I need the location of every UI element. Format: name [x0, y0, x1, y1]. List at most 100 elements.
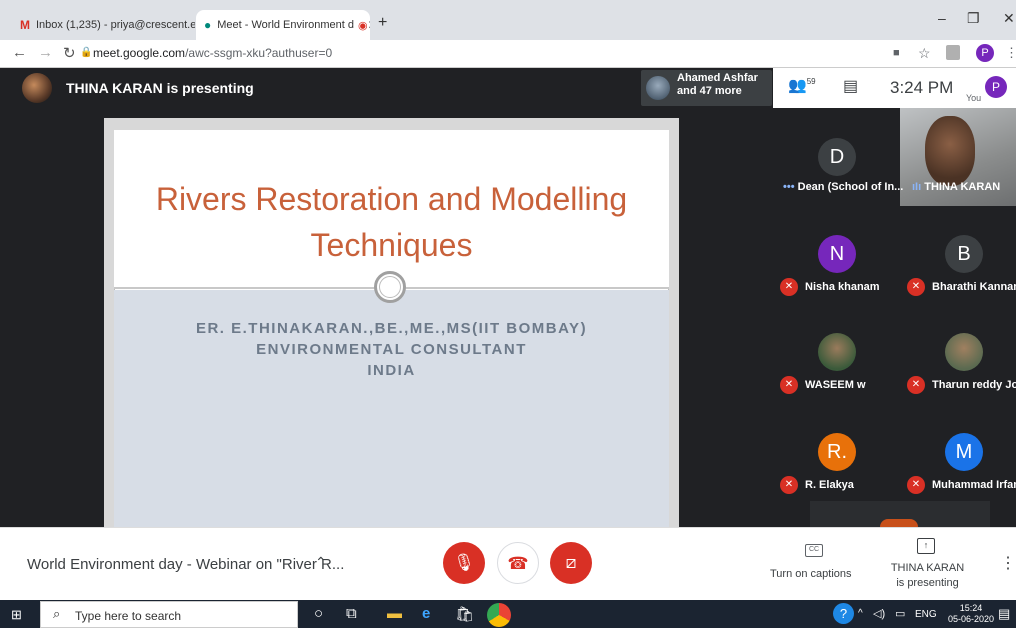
pdf-extension-icon[interactable]	[946, 45, 960, 60]
close-window-button[interactable]: ✕	[1003, 10, 1015, 27]
muted-mic-icon: ✕	[907, 278, 925, 296]
chip-avatar	[646, 76, 670, 100]
participant-photo	[818, 333, 856, 371]
muted-mic-icon: ✕	[907, 476, 925, 494]
search-icon: ⌕	[53, 606, 61, 621]
participant-count: 59	[806, 77, 816, 86]
participant-name-text: Dean (School of In...	[797, 181, 904, 193]
network-icon[interactable]: ▭	[895, 607, 905, 620]
url-field[interactable]: meet.google.com/awc-ssgm-xku?authuser=0	[93, 46, 332, 60]
taskbar-time: 15:24	[959, 603, 983, 613]
captions-button[interactable]: Turn on captions	[770, 568, 852, 580]
new-tab-button[interactable]: +	[378, 14, 387, 32]
present-status-line1: THINA KARAN	[890, 562, 965, 574]
slide-title-line2: Techniques	[310, 227, 473, 263]
taskbar-clock[interactable]: 15:24 05-06-2020	[948, 603, 994, 625]
browser-menu-icon[interactable]: ⋮	[1005, 45, 1016, 61]
language-indicator[interactable]: ENG	[915, 609, 937, 620]
slide-title-line1: Rivers Restoration and Modelling	[155, 181, 628, 217]
participant-name: Muhammad Irfanu	[932, 479, 1016, 491]
chrome-taskbar-icon[interactable]	[487, 603, 511, 627]
participant-name: R. Elakya	[805, 479, 854, 491]
help-icon[interactable]: ?	[833, 603, 854, 624]
taskbar-date: 05-06-2020	[948, 614, 995, 624]
lock-icon: 🔒	[80, 47, 93, 58]
participant-photo	[945, 333, 983, 371]
presenting-label: THINA KARAN is presenting	[66, 80, 254, 96]
url-path: /awc-ssgm-xku?authuser=0	[185, 46, 333, 60]
tray-chevron-icon[interactable]: ^	[858, 608, 863, 619]
chip-line1: Ahamed Ashfar	[677, 72, 758, 84]
slide-subtitle-line2: ENVIRONMENTAL CONSULTANT	[256, 341, 527, 358]
chevron-up-icon[interactable]: ⌃	[315, 554, 327, 571]
gmail-icon: M	[20, 18, 30, 32]
muted-mic-icon: ✕	[780, 376, 798, 394]
restore-button[interactable]: ❐	[967, 10, 980, 27]
participant-avatar: N	[818, 235, 856, 273]
mic-off-icon: 🎙	[453, 553, 475, 572]
notifications-icon[interactable]: ▤	[998, 606, 1010, 622]
participant-name: Bharathi Kannan	[932, 281, 1016, 293]
participant-name: ••• Dean (School of In...	[783, 181, 903, 193]
presenter-avatar	[22, 73, 52, 103]
participant-avatar-partial	[880, 519, 918, 527]
participant-name-text: THINA KARAN	[924, 181, 1001, 193]
meeting-title[interactable]: World Environment day - Webinar on "Rive…	[27, 556, 344, 573]
people-icon[interactable]: 👥59	[788, 76, 816, 94]
reload-icon[interactable]: ↻	[63, 44, 76, 62]
volume-icon[interactable]: ◁)	[873, 607, 885, 620]
slide-subtitle-line1: ER. E.THINAKARAN.,BE.,ME.,MS(IIT BOMBAY)	[195, 320, 588, 337]
muted-mic-icon: ✕	[907, 376, 925, 394]
back-icon[interactable]: ←	[12, 44, 27, 61]
close-tab-icon[interactable]: ✕	[368, 18, 370, 32]
you-label: You	[966, 93, 982, 103]
muted-mic-icon: ✕	[780, 476, 798, 494]
chat-icon[interactable]: ▤	[843, 76, 858, 96]
edge-icon[interactable]: e	[422, 605, 430, 622]
url-host: meet.google.com	[93, 46, 186, 60]
speaking-dots-icon: •••	[783, 181, 795, 193]
leave-call-button[interactable]: ☎	[497, 542, 539, 584]
camera-off-icon: ⧄	[565, 553, 577, 572]
slide-subtitle-line3: INDIA	[367, 362, 416, 379]
participant-name: Tharun reddy Jonn	[932, 379, 1016, 391]
task-view-icon[interactable]: ⧉	[346, 605, 357, 622]
participant-name: WASEEM w	[805, 379, 866, 391]
bookmark-star-icon[interactable]: ☆	[918, 45, 931, 62]
slide-subtitle: ER. E.THINAKARAN.,BE.,ME.,MS(IIT BOMBAY)…	[114, 318, 669, 381]
profile-avatar[interactable]: P	[976, 44, 994, 62]
people-chip-text: Ahamed Ashfar and 47 more	[677, 72, 758, 98]
participant-name: ıIı THINA KARAN	[912, 181, 1000, 193]
audio-level-icon: ıIı	[912, 181, 922, 193]
meeting-clock: 3:24 PM	[890, 78, 954, 97]
chip-line2: and 47 more	[677, 85, 742, 97]
participant-avatar: B	[945, 235, 983, 273]
participant-avatar: R.	[818, 433, 856, 471]
present-status-line2: is presenting	[896, 577, 959, 589]
mic-toggle-button[interactable]: 🎙	[443, 542, 485, 584]
store-icon[interactable]: 🛍	[455, 605, 474, 623]
muted-mic-icon: ✕	[780, 278, 798, 296]
participant-avatar: M	[945, 433, 983, 471]
present-screen-icon[interactable]: ↑	[917, 538, 935, 554]
camera-indicator-icon[interactable]: ■	[893, 47, 900, 59]
tab-label: Meet - World Environment d	[217, 19, 354, 31]
tab-inbox[interactable]: M Inbox (1,235) - priya@crescent.e ✕	[12, 10, 195, 40]
cortana-icon[interactable]: ○	[314, 605, 323, 622]
present-status[interactable]: THINA KARAN is presenting	[880, 561, 975, 591]
participant-name: Nisha khanam	[805, 281, 880, 293]
you-avatar[interactable]: P	[985, 76, 1007, 98]
camera-toggle-button[interactable]: ⧄	[550, 542, 592, 584]
captions-icon[interactable]: CC	[805, 544, 823, 557]
tab-label: Inbox (1,235) - priya@crescent.e	[36, 19, 195, 31]
tab-meet[interactable]: ● Meet - World Environment d ◉ ✕	[196, 10, 370, 40]
more-options-icon[interactable]: ⋮	[1000, 553, 1016, 573]
participant-video-face	[925, 116, 975, 186]
meet-icon: ●	[204, 18, 212, 32]
file-explorer-icon[interactable]: ▬	[387, 605, 402, 622]
windows-start-icon[interactable]: ⊞	[11, 607, 22, 623]
minimize-button[interactable]: –	[938, 10, 946, 26]
forward-icon[interactable]: →	[38, 44, 53, 61]
taskbar-search-placeholder: Type here to search	[75, 609, 182, 623]
slide-ornament-inner	[379, 276, 401, 298]
